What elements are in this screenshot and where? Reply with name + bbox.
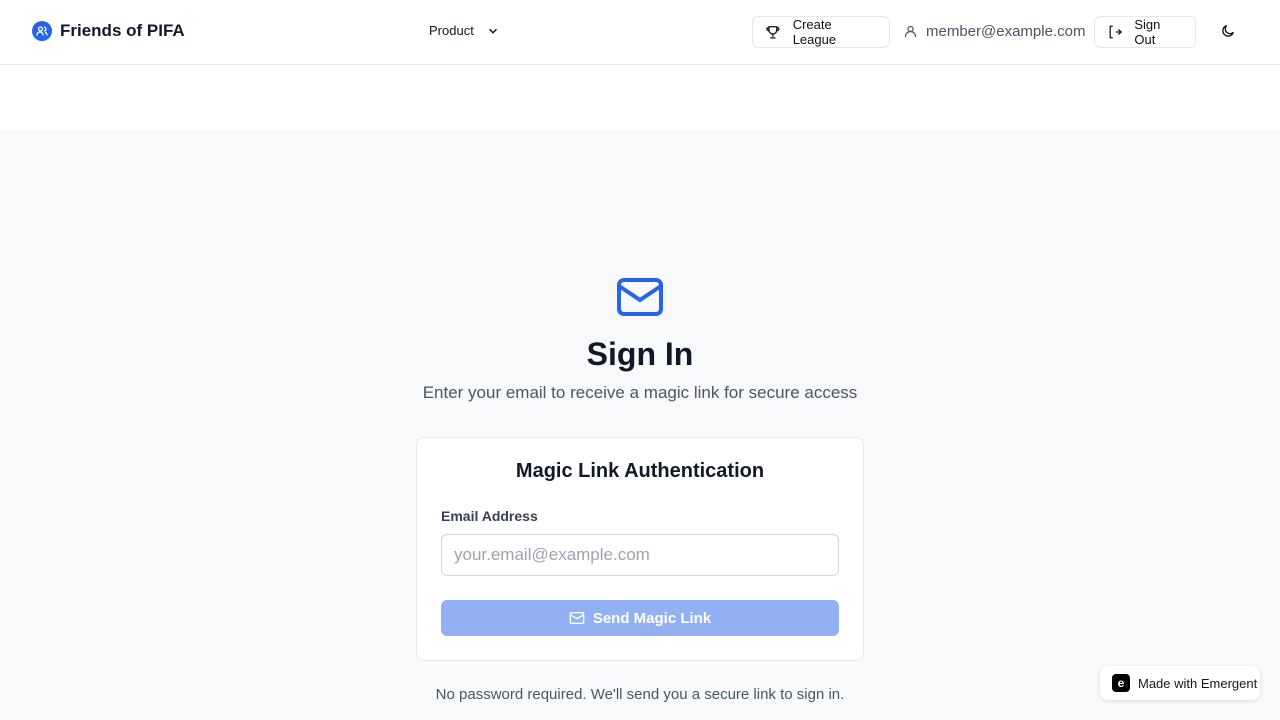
page-subtitle: Enter your email to receive a magic link…: [422, 383, 858, 402]
create-league-label: Create League: [792, 17, 837, 47]
log-out-icon: [1109, 25, 1122, 39]
email-label: Email Address: [441, 508, 538, 524]
user-info: member@example.com: [903, 23, 1085, 40]
user-icon: [904, 25, 917, 38]
mail-icon: [569, 612, 585, 624]
create-league-button[interactable]: Create League: [752, 16, 890, 48]
sign-out-label: Sign Out: [1134, 17, 1161, 47]
moon-icon: [1222, 25, 1234, 37]
card-title: Magic Link Authentication: [515, 460, 765, 482]
user-email: member@example.com: [926, 23, 1086, 40]
page-title: Sign In: [586, 336, 694, 372]
magic-link-card: Magic Link Authentication Email Address …: [416, 437, 864, 661]
brand-link[interactable]: Friends of PIFA: [32, 21, 185, 41]
theme-toggle-button[interactable]: [1220, 23, 1236, 44]
users-icon: [32, 21, 52, 41]
top-nav: Friends of PIFA Product Create League me…: [0, 0, 1280, 65]
send-magic-link-button[interactable]: Send Magic Link: [441, 600, 839, 636]
email-input[interactable]: [441, 534, 839, 576]
send-label: Send Magic Link: [592, 609, 712, 627]
info-note: No password required. We'll send you a s…: [435, 686, 845, 703]
product-menu[interactable]: Product: [429, 23, 500, 38]
chevron-down-icon: [488, 28, 497, 34]
mail-icon: [617, 278, 663, 316]
product-menu-label: Product: [429, 23, 474, 38]
emergent-logo-icon: e: [1112, 674, 1130, 692]
badge-label: Made with Emergent: [1138, 675, 1258, 691]
made-with-emergent-badge[interactable]: e Made with Emergent: [1100, 666, 1260, 700]
trophy-icon: [766, 26, 780, 39]
brand-name: Friends of PIFA: [60, 21, 185, 40]
sign-out-button[interactable]: Sign Out: [1094, 16, 1196, 48]
